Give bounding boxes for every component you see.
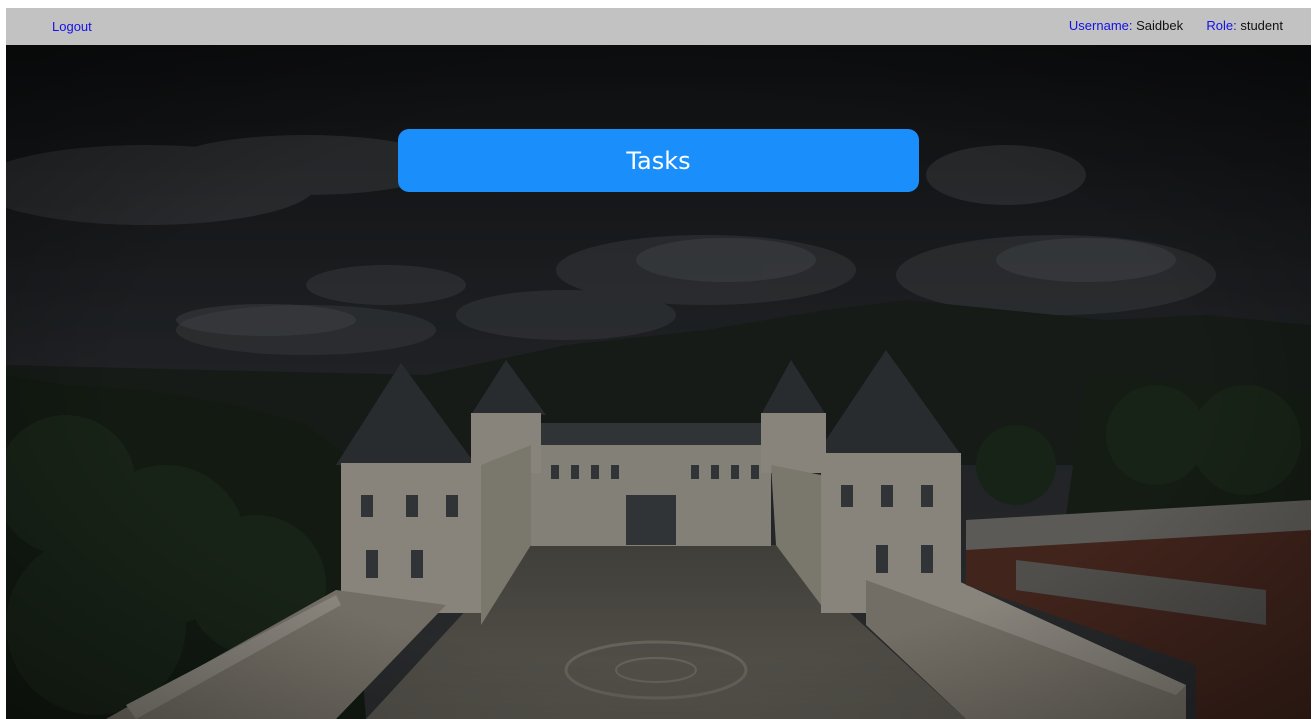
logout-link[interactable]: Logout — [52, 19, 92, 34]
role-label: Role: — [1206, 18, 1237, 33]
user-info: Username: Saidbek Role: student — [1069, 18, 1283, 33]
username-value: Saidbek — [1136, 18, 1184, 33]
username-label: Username: — [1068, 18, 1133, 33]
top-navbar: Logout Username: Saidbek Role: student — [6, 8, 1311, 45]
role-value: student — [1240, 18, 1283, 33]
app-frame: Logout Username: Saidbek Role: student T… — [6, 8, 1311, 719]
tasks-button[interactable]: Tasks — [398, 129, 919, 192]
